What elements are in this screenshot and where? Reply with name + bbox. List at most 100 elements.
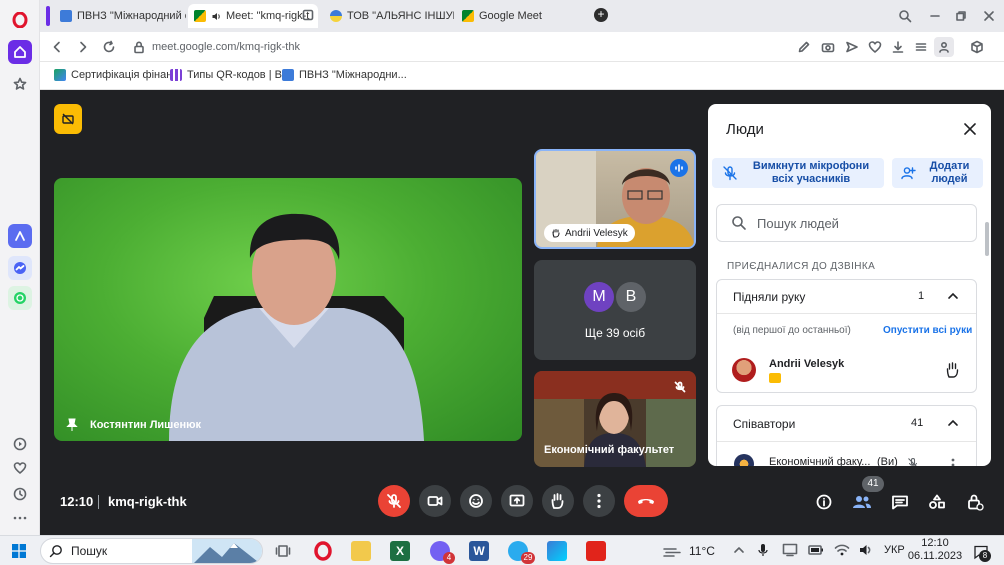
tab-share-icon[interactable] bbox=[302, 9, 314, 24]
send-icon[interactable] bbox=[845, 40, 859, 57]
opera-taskbar-icon[interactable] bbox=[313, 541, 333, 561]
bookmark-1[interactable]: Сертифікація фінан... bbox=[54, 69, 181, 81]
photos-icon[interactable] bbox=[547, 541, 567, 561]
divider bbox=[717, 441, 976, 442]
toggle-camera-button[interactable] bbox=[419, 485, 451, 517]
input-language[interactable]: УКР bbox=[884, 544, 905, 556]
restore-icon[interactable] bbox=[954, 9, 968, 26]
acrobat-icon[interactable] bbox=[586, 541, 606, 561]
show-hidden-icons[interactable] bbox=[733, 544, 745, 559]
clock-date: 06.11.2023 bbox=[907, 550, 963, 562]
clock[interactable]: 12:10 bbox=[918, 537, 952, 550]
minimize-icon[interactable] bbox=[928, 9, 942, 26]
new-tab-button[interactable]: + bbox=[594, 8, 608, 22]
mic-tray-icon[interactable] bbox=[757, 543, 769, 560]
speaker-icon[interactable] bbox=[211, 11, 222, 22]
avatar: M bbox=[584, 282, 614, 312]
tab-meet[interactable]: Meet: "kmq-rigk-t bbox=[188, 4, 318, 28]
star-icon[interactable] bbox=[8, 72, 32, 96]
battery-icon[interactable] bbox=[808, 544, 824, 559]
collapse-icon[interactable] bbox=[947, 290, 959, 304]
taskbar-search-box[interactable]: Пошук bbox=[40, 538, 263, 564]
participant-tile-faculty[interactable]: Економічний факультет bbox=[534, 371, 696, 467]
leave-call-button[interactable] bbox=[624, 485, 668, 517]
search-tabs-icon[interactable] bbox=[898, 9, 912, 26]
edit-icon[interactable] bbox=[797, 40, 811, 57]
bookmark-label: ПВНЗ "Міжнародни... bbox=[299, 69, 407, 81]
reload-icon[interactable] bbox=[102, 40, 116, 57]
close-panel-icon[interactable] bbox=[963, 122, 977, 139]
heart-icon[interactable] bbox=[868, 40, 882, 57]
clock-time: 12:10 bbox=[921, 537, 949, 549]
menu-icon[interactable] bbox=[914, 40, 928, 57]
lock-icon[interactable] bbox=[132, 40, 146, 57]
wifi-icon[interactable] bbox=[834, 543, 850, 560]
bookmark-2[interactable]: Типы QR-кодов | В... bbox=[170, 69, 291, 81]
more-options-button[interactable] bbox=[583, 485, 615, 517]
url-text[interactable]: meet.google.com/kmq-rigk-thk bbox=[152, 41, 300, 53]
chat-icon[interactable] bbox=[891, 494, 909, 513]
excel-icon[interactable]: X bbox=[390, 541, 410, 561]
raised-hands-count: 1 bbox=[918, 290, 925, 302]
opera-logo-icon[interactable] bbox=[8, 8, 32, 32]
site-icon bbox=[330, 10, 342, 22]
forward-icon[interactable] bbox=[76, 40, 90, 57]
raised-hands-label: Підняли руку bbox=[733, 290, 806, 304]
temperature[interactable]: 11°C bbox=[689, 544, 715, 558]
raise-hand-button[interactable] bbox=[542, 485, 574, 517]
extension-icon[interactable] bbox=[970, 40, 984, 57]
more-participants-tile[interactable]: M B Ще 39 осіб bbox=[534, 260, 696, 360]
participant-tile-andrii[interactable]: Andrii Velesyk bbox=[534, 149, 696, 249]
tab-3[interactable]: ТОВ "АЛЬЯНС ІНШУРЕН bbox=[324, 4, 454, 28]
display-tray-icon[interactable] bbox=[782, 543, 798, 560]
tab-label: ПВНЗ "Міжнародний ек bbox=[77, 10, 186, 22]
windows-start-icon[interactable] bbox=[12, 544, 26, 561]
back-icon[interactable] bbox=[50, 40, 64, 57]
notifications-icon[interactable]: 8 bbox=[973, 544, 991, 563]
reactions-button[interactable] bbox=[460, 485, 492, 517]
people-icon[interactable] bbox=[852, 494, 872, 513]
lower-hand-icon[interactable] bbox=[945, 361, 961, 382]
viber-icon[interactable]: 4 bbox=[430, 541, 455, 564]
collapse-icon[interactable] bbox=[947, 417, 959, 431]
mic-off-icon bbox=[723, 166, 737, 181]
toggle-mic-button[interactable] bbox=[378, 485, 410, 517]
lower-all-hands-button[interactable]: Опустити всі руки bbox=[883, 325, 972, 336]
history-icon[interactable] bbox=[8, 482, 32, 506]
messenger-icon[interactable] bbox=[8, 256, 32, 280]
more-options-icon[interactable] bbox=[951, 458, 955, 466]
home-icon[interactable] bbox=[8, 40, 32, 64]
activities-icon[interactable] bbox=[928, 494, 946, 513]
panel-scrollbar[interactable] bbox=[985, 222, 989, 256]
more-icon[interactable] bbox=[8, 506, 32, 530]
bookmark-3[interactable]: ПВНЗ "Міжнародни... bbox=[282, 69, 407, 81]
close-window-icon[interactable] bbox=[982, 9, 996, 26]
search-people-input[interactable]: Пошук людей bbox=[716, 204, 977, 242]
tab-1[interactable]: ПВНЗ "Міжнародний ек bbox=[54, 4, 186, 28]
meeting-info-icon[interactable] bbox=[816, 494, 832, 513]
pin-icon[interactable] bbox=[66, 418, 78, 435]
host-controls-lock-icon[interactable] bbox=[966, 493, 984, 514]
add-people-button[interactable]: Додати людей bbox=[892, 158, 983, 188]
people-panel-title: Люди bbox=[726, 121, 764, 138]
present-screen-button[interactable] bbox=[501, 485, 533, 517]
weather-icon[interactable] bbox=[662, 543, 684, 562]
host-controls-icon[interactable] bbox=[54, 104, 82, 134]
telegram-icon[interactable]: 29 bbox=[508, 541, 535, 564]
camera-icon[interactable] bbox=[821, 40, 835, 57]
tab-4[interactable]: Google Meet bbox=[456, 4, 560, 28]
word-icon[interactable]: W bbox=[469, 541, 489, 561]
mute-all-button[interactable]: Вимкнути мікрофони всіх учасників bbox=[712, 158, 884, 188]
main-video-tile[interactable]: Костянтин Лишенюк bbox=[54, 178, 522, 441]
meeting-code[interactable]: kmq-rigk-thk bbox=[108, 494, 187, 509]
player-icon[interactable] bbox=[8, 432, 32, 456]
aria-icon[interactable] bbox=[8, 224, 32, 248]
profile-icon[interactable] bbox=[934, 37, 954, 57]
whatsapp-icon[interactable] bbox=[8, 286, 32, 310]
task-view-icon[interactable] bbox=[275, 543, 291, 562]
volume-icon[interactable] bbox=[858, 543, 874, 560]
download-icon[interactable] bbox=[891, 40, 905, 57]
heart-icon[interactable] bbox=[8, 456, 32, 480]
taskbar-search-placeholder: Пошук bbox=[71, 544, 108, 558]
file-explorer-icon[interactable] bbox=[351, 541, 371, 561]
